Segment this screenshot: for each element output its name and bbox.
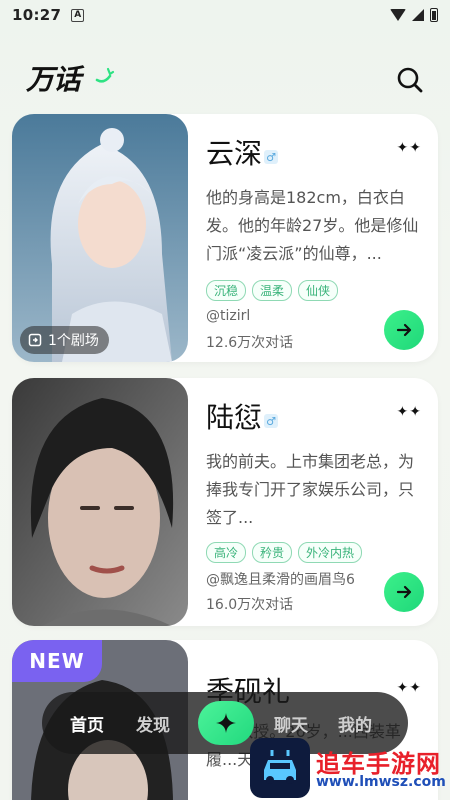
signal-icon <box>412 9 424 21</box>
card-info: 云深 ♂ ✦✦ 他的身高是182cm，白衣白发。他的年龄27岁。他是修仙门派“凌… <box>206 114 438 362</box>
tag-list: 高冷 矜贵 外冷内热 <box>206 542 363 563</box>
sparkle-icon[interactable]: ✦✦ <box>397 404 422 420</box>
arrow-right-icon <box>396 585 412 599</box>
watermark-url: www.lmwsz.com <box>316 774 446 790</box>
start-chat-button[interactable] <box>384 310 424 350</box>
character-card[interactable]: 陆愆 ♂ ✦✦ 我的前夫。上市集团老总，为捧我专门开了家娱乐公司，只签了... … <box>12 378 438 626</box>
tag[interactable]: 沉稳 <box>206 280 247 301</box>
chat-count: 16.0万次对话 <box>206 597 294 613</box>
tag-list: 沉稳 温柔 仙侠 <box>206 280 339 301</box>
author-handle[interactable]: @tizirl <box>206 308 250 324</box>
car-icon <box>264 750 296 784</box>
new-badge: NEW <box>12 640 102 682</box>
app-logo: 万话 <box>26 63 81 96</box>
character-card[interactable]: 1个剧场 云深 ♂ ✦✦ 他的身高是182cm，白衣白发。他的年龄27岁。他是修… <box>12 114 438 362</box>
tag[interactable]: 仙侠 <box>298 280 339 301</box>
search-icon[interactable] <box>396 66 424 94</box>
card-info: 陆愆 ♂ ✦✦ 我的前夫。上市集团老总，为捧我专门开了家娱乐公司，只签了... … <box>206 378 438 626</box>
app-header: 万话 <box>0 52 450 102</box>
sparkle-icon[interactable]: ✦✦ <box>397 140 422 156</box>
character-portrait: 1个剧场 <box>12 114 188 362</box>
battery-icon <box>430 8 438 22</box>
tag[interactable]: 外冷内热 <box>298 542 363 563</box>
character-portrait <box>12 378 188 626</box>
nav-me[interactable]: 我的 <box>338 711 372 736</box>
tag[interactable]: 高冷 <box>206 542 247 563</box>
male-icon: ♂ <box>264 150 278 164</box>
theater-icon <box>28 333 42 347</box>
character-name: 陆愆 <box>206 401 263 434</box>
nav-chat[interactable]: 聊天 <box>274 711 308 736</box>
status-icons <box>390 8 438 22</box>
status-time: 10:27 <box>12 6 62 24</box>
tag[interactable]: 矜贵 <box>252 542 293 563</box>
start-chat-button[interactable] <box>384 572 424 612</box>
story-badge[interactable]: 1个剧场 <box>20 326 109 354</box>
notification-icon: A <box>71 8 85 22</box>
author-handle[interactable]: @飘逸且柔滑的画眉鸟6 <box>206 569 355 589</box>
nav-discover[interactable]: 发现 <box>136 711 170 736</box>
nav-home[interactable]: 首页 <box>70 711 104 736</box>
status-bar: 10:27 A <box>0 0 450 30</box>
chat-count: 12.6万次对话 <box>206 335 294 351</box>
logo-swoosh-icon <box>95 67 115 83</box>
male-icon: ♂ <box>264 414 278 428</box>
watermark-logo <box>250 738 310 798</box>
story-badge-label: 1个剧场 <box>48 333 99 349</box>
sparkle-icon[interactable]: ✦✦ <box>397 680 422 696</box>
character-name: 云深 <box>206 137 263 170</box>
character-description: 他的身高是182cm，白衣白发。他的年龄27岁。他是修仙门派“凌云派”的仙尊，.… <box>206 188 419 263</box>
create-button[interactable] <box>198 701 254 745</box>
character-description: 我的前夫。上市集团老总，为捧我专门开了家娱乐公司，只签了... <box>206 452 415 527</box>
wifi-icon <box>390 9 406 21</box>
plus-sparkle-icon <box>216 713 236 733</box>
tag[interactable]: 温柔 <box>252 280 293 301</box>
arrow-right-icon <box>396 323 412 337</box>
